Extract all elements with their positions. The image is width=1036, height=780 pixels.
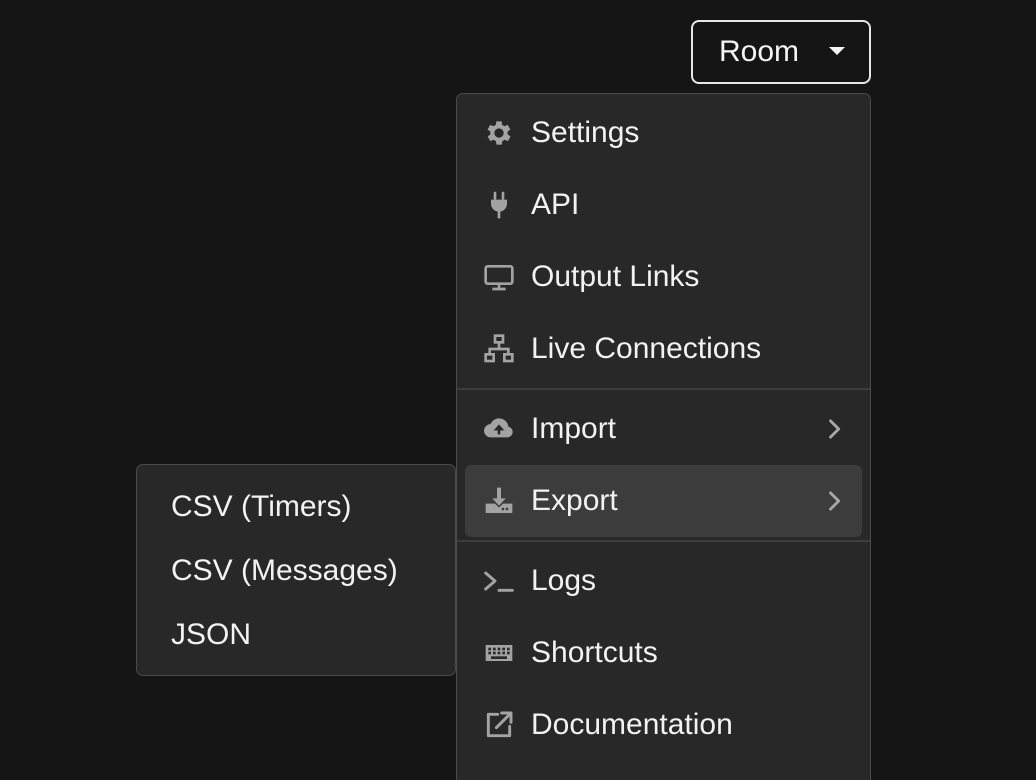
room-menu: Settings API Output Links Live Connectio… — [456, 93, 871, 780]
export-csv-messages[interactable]: CSV (Messages) — [137, 539, 455, 603]
menu-item-label: API — [531, 188, 580, 221]
download-icon — [482, 484, 516, 518]
menu-item-label: Export — [531, 484, 618, 517]
menu-item-import[interactable]: Import — [465, 393, 862, 465]
menu-item-label: Settings — [531, 116, 640, 149]
chevron-right-icon — [829, 419, 841, 439]
menu-item-label: Documentation — [531, 708, 733, 741]
external-link-icon — [482, 708, 516, 742]
submenu-item-label: CSV (Messages) — [171, 554, 398, 587]
menu-item-label: Logs — [531, 564, 597, 597]
menu-item-label: Live Connections — [531, 332, 762, 365]
menu-group-data: Import Export — [457, 390, 870, 540]
submenu-item-label: CSV (Timers) — [171, 490, 352, 523]
menu-item-label: Output Links — [531, 260, 700, 293]
cloud-upload-icon — [482, 412, 516, 446]
chevron-right-icon — [829, 491, 841, 511]
terminal-icon — [482, 564, 516, 598]
export-json[interactable]: JSON — [137, 603, 455, 667]
menu-item-live-connections[interactable]: Live Connections — [465, 313, 862, 385]
room-dropdown-button[interactable]: Room — [691, 20, 871, 84]
menu-item-documentation[interactable]: Documentation — [465, 689, 862, 761]
caret-down-icon — [829, 47, 845, 55]
menu-group-help: Logs Shortcuts Documentation — [457, 542, 870, 764]
gear-icon — [482, 116, 516, 150]
keyboard-icon — [482, 636, 516, 670]
room-button-label: Room — [719, 35, 800, 68]
network-icon — [482, 332, 516, 366]
menu-item-export[interactable]: Export — [465, 465, 862, 537]
menu-item-label: Import — [531, 412, 617, 445]
menu-item-output-links[interactable]: Output Links — [465, 241, 862, 313]
menu-item-shortcuts[interactable]: Shortcuts — [465, 617, 862, 689]
export-submenu: CSV (Timers) CSV (Messages) JSON — [136, 464, 456, 676]
menu-group-room: Settings API Output Links Live Connectio… — [457, 94, 870, 388]
menu-item-settings[interactable]: Settings — [465, 97, 862, 169]
submenu-item-label: JSON — [171, 618, 252, 651]
plug-icon — [482, 188, 516, 222]
menu-item-api[interactable]: API — [465, 169, 862, 241]
app-stage: Room Settings API Output Links Live Conn… — [0, 0, 1036, 780]
export-csv-timers[interactable]: CSV (Timers) — [137, 475, 455, 539]
menu-item-logs[interactable]: Logs — [465, 545, 862, 617]
menu-item-label: Shortcuts — [531, 636, 658, 669]
monitor-icon — [482, 260, 516, 294]
